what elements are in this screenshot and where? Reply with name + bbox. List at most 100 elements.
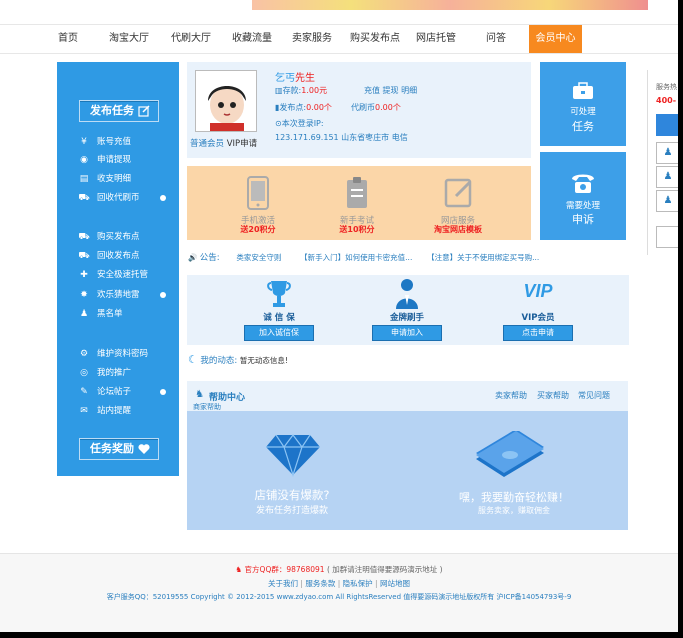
sidebar-group-dot (160, 389, 166, 395)
help-header: ♞ 帮助中心 商家帮助 卖家帮助 买家帮助 常见问题 (187, 381, 628, 411)
main-nav: 首页 淘宝大厅 代刷大厅 收藏流量 卖家服务 购买发布点 网店托管 问答 会员中… (0, 24, 678, 54)
task-reward-button[interactable]: 任务奖励 (79, 438, 159, 460)
profile-panel: 普通会员 VIP申请 乞丐先生 ▥存款:1.00元 充值 提现 明细 ▮发布点:… (187, 62, 531, 158)
login-ip: 123.171.69.151 山东省枣庄市 电信 (275, 133, 408, 142)
sidebar-item-forum-posts[interactable]: ✎ 论坛帖子 (77, 385, 131, 399)
speaker-icon: 🔊 (188, 253, 198, 262)
sidebar-item-profile-password[interactable]: ⚙ 维护资料密码 (77, 347, 148, 361)
sidebar-group-dot (160, 292, 166, 298)
appeals-tile[interactable]: 需要处理 申诉 (540, 152, 626, 240)
vip-apply-button[interactable]: 点击申请 (503, 325, 573, 341)
sidebar-item-recycle-points[interactable]: ⛟ 回收发布点 (77, 249, 139, 263)
nav-seller-service[interactable]: 卖家服务 (286, 25, 338, 53)
footer: ♞ 官方QQ群：98768091 ( 加群请注明值得要源码演示地址 ) 关于我们… (0, 553, 678, 632)
service-hotline-number: 400- (656, 96, 677, 105)
help-left-headline: 店铺没有爆款? (254, 488, 330, 502)
sidebar-item-minesweeper[interactable]: ✸ 欢乐猜地雷 (77, 288, 139, 302)
sidebar-item-buy-points[interactable]: ⛟ 购买发布点 (77, 230, 139, 244)
user-icon: ♟ (79, 309, 89, 319)
footer-link-about[interactable]: 关于我们 (268, 579, 298, 588)
join-integrity-button[interactable]: 加入诚信保 (244, 325, 314, 341)
right-service-panel: 服务热 400- ♟ ♟ ♟ (647, 70, 678, 255)
processable-tasks-tile[interactable]: 可处理 任务 (540, 62, 626, 146)
sidebar-item-site-messages[interactable]: ✉ 站内提醒 (77, 404, 131, 418)
notice-item[interactable]: 【注意】关于不使用绑定买号购... (427, 253, 539, 262)
footer-qq-line: ♞ 官方QQ群：98768091 ( 加群请注明值得要源码演示地址 ) (235, 565, 443, 574)
heart-icon (138, 444, 150, 454)
coin-row: 代刷币0.00个 (351, 103, 401, 112)
notice-item[interactable]: 【新手入门】如何使用卡密充值... (300, 253, 412, 262)
help-icon: ♞ (195, 389, 204, 400)
sidebar-item-fast-hosting[interactable]: ✚ 安全极速托管 (77, 268, 148, 282)
sidebar-item-recharge[interactable]: ¥ 账号充值 (77, 135, 131, 149)
help-center: ♞ 帮助中心 商家帮助 卖家帮助 买家帮助 常见问题 店铺没有爆款? 发布任务打… (187, 381, 628, 530)
pencil-icon: ✎ (80, 387, 88, 397)
truck-icon: ⛟ (78, 251, 90, 261)
notice-item[interactable]: 类家安全守则 (236, 253, 281, 262)
sidebar-item-my-promotion[interactable]: ◎ 我的推广 (77, 366, 131, 380)
help-right-subline: 服务卖家，赚取佣金 (478, 506, 550, 515)
help-left-subline: 发布任务打造爆款 (255, 506, 328, 516)
my-dynamics: ☾ 我的动态: 暂无动态信息! (188, 353, 288, 366)
sidebar-item-statement[interactable]: ▤ 收支明细 (77, 172, 131, 186)
nav-taobao-hall[interactable]: 淘宝大厅 (103, 25, 155, 53)
sidebar-item-withdraw[interactable]: ◉ 申请提现 (77, 153, 131, 167)
username: 乞丐先生 (275, 73, 315, 84)
promotion-icon: ◎ (80, 368, 88, 378)
help-link-seller[interactable]: 卖家帮助 (495, 390, 527, 401)
side-panel-button[interactable] (656, 226, 678, 248)
clipboard-icon (347, 177, 367, 208)
sidebar-item-blacklist[interactable]: ♟ 黑名单 (77, 307, 123, 321)
footer-link-privacy[interactable]: 隐私保护 (343, 579, 373, 588)
qq-group-number[interactable]: 98768091 (286, 565, 324, 574)
avatar-illustration (196, 71, 256, 131)
login-ip-label-row: ⊙本次登录IP: (275, 119, 324, 128)
sidebar-group-dot (160, 195, 166, 201)
gear-icon: ⚙ (79, 349, 89, 359)
deposit-row: ▥存款:1.00元 (275, 86, 328, 95)
edit-document-icon (444, 178, 472, 208)
telephone-icon (572, 174, 594, 193)
top-banner-ad[interactable] (252, 0, 648, 10)
mail-icon: ✉ (80, 406, 88, 416)
yen-icon: ¥ (81, 137, 87, 147)
notice-bar: 🔊 公告: 类家安全守则 【新手入门】如何使用卡密充值... 【注意】关于不使用… (188, 253, 540, 263)
nav-buy-points[interactable]: 购买发布点 (344, 25, 406, 53)
briefcase-icon (573, 82, 593, 99)
shield-icon: ✚ (80, 270, 88, 280)
nav-brush-hall[interactable]: 代刷大厅 (165, 25, 217, 53)
cart-icon: ⛟ (78, 232, 90, 242)
sidebar-item-recycle-coins[interactable]: ⛟ 回收代刷币 (77, 191, 139, 205)
nav-collect-traffic[interactable]: 收藏流量 (226, 25, 278, 53)
star-burst-icon: ✸ (80, 290, 88, 300)
footer-link-terms[interactable]: 服务条款 (305, 579, 335, 588)
qq-penguin-icon[interactable]: ♟ (656, 166, 678, 188)
help-subtitle: 商家帮助 (193, 403, 221, 411)
qq-penguin-icon[interactable]: ♟ (656, 190, 678, 212)
publish-task-button[interactable]: 发布任务 (79, 100, 159, 122)
footer-link-sitemap[interactable]: 网站地图 (380, 579, 410, 588)
vip-logo: VIP (523, 281, 553, 301)
vip-apply-link[interactable]: VIP申请 (227, 139, 257, 149)
help-right-headline: 嘿，我要勤奋轻松赚！ (459, 491, 569, 504)
diamond-icon (266, 434, 320, 477)
lock-icon: ⊙ (275, 119, 282, 128)
footer-links: 关于我们 | 服务条款 | 隐私保护 | 网站地图 (268, 579, 410, 588)
coins-icon: ◉ (80, 155, 88, 165)
cart-icon: ⛟ (78, 193, 90, 203)
nav-home[interactable]: 首页 (48, 25, 88, 53)
help-link-faq[interactable]: 常见问题 (578, 390, 610, 401)
help-link-buyer[interactable]: 买家帮助 (537, 390, 569, 401)
nav-qa[interactable]: 问答 (478, 25, 514, 53)
nav-shop-hosting[interactable]: 网店托管 (410, 25, 462, 53)
apply-join-button[interactable]: 申请加入 (372, 325, 442, 341)
account-links[interactable]: 充值 提现 明细 (364, 85, 417, 96)
qq-penguin-icon[interactable]: ♟ (656, 142, 678, 164)
services-panel: 诚 信 保 加入诚信保 金牌刷手 申请加入 VIP VIP会员 点击申请 (187, 275, 629, 345)
service-hotline-title: 服务热 (656, 83, 677, 91)
edit-icon (138, 105, 150, 117)
hot-tasks-panel: 手机激活 送20积分 新手考试 送10积分 网店服务 淘宝网店模板 (187, 166, 531, 240)
avatar[interactable] (195, 70, 257, 132)
qq-chat-button[interactable] (656, 114, 678, 136)
nav-member-center[interactable]: 会员中心 (529, 25, 582, 53)
